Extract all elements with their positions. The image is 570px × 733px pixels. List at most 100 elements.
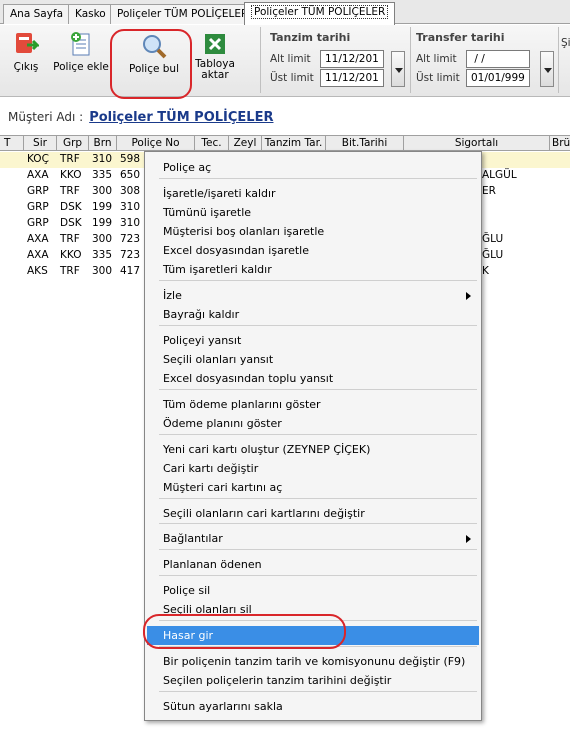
menu-separator	[159, 434, 477, 435]
col-header-zeyl[interactable]: Zeyl	[229, 136, 262, 151]
cell-brn: 300	[92, 185, 113, 197]
tab-policeler-active[interactable]: Poliçeler TÜM POLİÇELER	[244, 2, 396, 25]
toolbar: Çıkış Poliçe ekle Poliçe bul Tabloya akt…	[0, 25, 570, 99]
menu-item-odeme-planlari-label: Tüm ödeme planlarını göster	[163, 398, 321, 411]
menu-separator	[159, 178, 477, 179]
menu-item-police-ac[interactable]: Poliçe aç	[147, 158, 479, 177]
menu-item-isaretle-label: İşaretle/işareti kaldır	[163, 187, 276, 200]
menu-item-isaretleri-kaldir[interactable]: Tüm işaretleri kaldır	[147, 260, 479, 279]
menu-item-izle[interactable]: İzle	[147, 286, 479, 305]
menu-item-yeni-cari[interactable]: Yeni cari kartı oluştur (ZEYNEP ÇİÇEK)	[147, 440, 479, 459]
menu-item-police-ac-label: Poliçe aç	[163, 161, 212, 174]
menu-item-tanzim-komisyon[interactable]: Bir poliçenin tanzim tarih ve komisyonun…	[147, 652, 479, 671]
excel-icon	[202, 31, 228, 57]
cell-brn: 199	[92, 201, 113, 213]
col-header-grp[interactable]: Grp	[57, 136, 89, 151]
cell-brn: 300	[92, 265, 113, 277]
menu-item-secili-yansit-label: Seçili olanları yansıt	[163, 353, 274, 366]
menu-item-secili-yansit[interactable]: Seçili olanları yansıt	[147, 350, 479, 369]
col-header-sigortali[interactable]: Sigortalı	[404, 136, 550, 151]
tab-kasko[interactable]: Kasko	[68, 4, 113, 24]
menu-item-musterisi-bos[interactable]: Müşterisi boş olanları işaretle	[147, 222, 479, 241]
transfer-ust-field[interactable]	[466, 69, 530, 87]
menu-item-musterisi-bos-label: Müşterisi boş olanları işaretle	[163, 225, 325, 238]
col-header-police-no[interactable]: Poliçe No	[117, 136, 195, 151]
menu-item-policeyi-yansit[interactable]: Poliçeyi yansıt	[147, 331, 479, 350]
transfer-alt-field[interactable]	[466, 50, 530, 68]
menu-separator	[159, 325, 477, 326]
menu-separator	[159, 523, 477, 524]
menu-separator	[159, 280, 477, 281]
exit-label: Çıkış	[13, 61, 39, 73]
col-header-t[interactable]: T	[0, 136, 24, 151]
tab-policeler-1[interactable]: Poliçeler TÜM POLİÇELER	[110, 4, 256, 24]
menu-item-planlanan-odenen[interactable]: Planlanan ödenen	[147, 555, 479, 574]
export-table-button[interactable]: Tabloya aktar	[195, 31, 235, 81]
menu-item-tanzim-tarihi-degistir[interactable]: Seçilen poliçelerin tanzim tarihini deği…	[147, 671, 479, 690]
cell-brn: 199	[92, 217, 113, 229]
menu-item-baglantilar-label: Bağlantılar	[163, 532, 223, 545]
cell-grp: KKO	[60, 249, 82, 261]
divider	[260, 27, 261, 93]
menu-item-sutun-ayarlari[interactable]: Sütun ayarlarını sakla	[147, 697, 479, 716]
divider	[558, 27, 559, 93]
menu-item-cari-degistir[interactable]: Cari kartı değiştir	[147, 459, 479, 478]
col-header-brut[interactable]: Brü	[550, 136, 570, 151]
col-header-sir[interactable]: Sir	[24, 136, 57, 151]
add-document-icon	[68, 31, 94, 57]
cell-grp: TRF	[60, 185, 80, 197]
col-header-bit-tarihi[interactable]: Bit.Tarihi	[326, 136, 404, 151]
cell-sir: KOÇ	[27, 153, 49, 165]
add-policy-button[interactable]: Poliçe ekle	[53, 31, 109, 73]
tanzim-ust-field[interactable]	[320, 69, 384, 87]
menu-item-odeme-plani-label: Ödeme planını göster	[163, 417, 282, 430]
tab-ana-sayfa[interactable]: Ana Sayfa	[3, 4, 71, 24]
cell-grp: DSK	[60, 217, 82, 229]
customer-label: Müşteri Adı :	[8, 110, 84, 124]
menu-item-cari-degistir-label: Cari kartı değiştir	[163, 462, 259, 475]
menu-item-baglantilar[interactable]: Bağlantılar	[147, 529, 479, 548]
exit-icon	[13, 31, 41, 57]
menu-item-musteri-cari[interactable]: Müşteri cari kartını aç	[147, 478, 479, 497]
cell-grp: KKO	[60, 169, 82, 181]
find-policy-callout	[110, 29, 192, 99]
menu-item-bayragi-kaldir-label: Bayrağı kaldır	[163, 308, 240, 321]
tanzim-alt-label: Alt limit	[270, 53, 311, 65]
tab-bar: Ana Sayfa Kasko Poliçeler TÜM POLİÇELER …	[0, 0, 570, 25]
col-header-brn[interactable]: Brn	[89, 136, 117, 151]
cell-sir: AXA	[27, 169, 49, 181]
cell-grp: TRF	[60, 153, 80, 165]
customer-value: Poliçeler TÜM POLİÇELER	[89, 110, 274, 125]
menu-item-isaretleri-kaldir-label: Tüm işaretleri kaldır	[163, 263, 272, 276]
menu-item-odeme-plani[interactable]: Ödeme planını göster	[147, 414, 479, 433]
tanzim-alt-field[interactable]	[320, 50, 384, 68]
transfer-dropdown[interactable]	[540, 51, 554, 87]
menu-item-policeyi-yansit-label: Poliçeyi yansıt	[163, 334, 242, 347]
menu-item-secili-cari-degistir[interactable]: Seçili olanların cari kartlarını değişti…	[147, 504, 479, 523]
submenu-arrow-icon	[466, 535, 471, 543]
tab-policeler-active-label: Poliçeler TÜM POLİÇELER	[251, 5, 389, 19]
cell-grp: DSK	[60, 201, 82, 213]
menu-item-tumunu-isaretle[interactable]: Tümünü işaretle	[147, 203, 479, 222]
menu-item-bayragi-kaldir[interactable]: Bayrağı kaldır	[147, 305, 479, 324]
menu-item-police-sil[interactable]: Poliçe sil	[147, 581, 479, 600]
menu-item-planlanan-odenen-label: Planlanan ödenen	[163, 558, 262, 571]
menu-item-tanzim-komisyon-label: Bir poliçenin tanzim tarih ve komisyonun…	[163, 655, 466, 668]
menu-item-secili-cari-degistir-label: Seçili olanların cari kartlarını değişti…	[163, 507, 365, 520]
menu-item-tumunu-isaretle-label: Tümünü işaretle	[163, 206, 252, 219]
menu-item-excel-toplu-yansit[interactable]: Excel dosyasından toplu yansıt	[147, 369, 479, 388]
cell-sir: GRP	[27, 201, 49, 213]
menu-item-sutun-ayarlari-label: Sütun ayarlarını sakla	[163, 700, 283, 713]
tanzim-dropdown[interactable]	[391, 51, 405, 87]
menu-item-odeme-planlari[interactable]: Tüm ödeme planlarını göster	[147, 395, 479, 414]
exit-button[interactable]: Çıkış	[6, 31, 46, 73]
col-header-tanzim[interactable]: Tanzim Tar.	[262, 136, 326, 151]
menu-item-isaretle[interactable]: İşaretle/işareti kaldır	[147, 184, 479, 203]
cell-brn: 300	[92, 233, 113, 245]
submenu-arrow-icon	[466, 292, 471, 300]
cell-grp: TRF	[60, 265, 80, 277]
col-header-tec[interactable]: Tec.	[195, 136, 229, 151]
menu-item-excel-isaretle[interactable]: Excel dosyasından işaretle	[147, 241, 479, 260]
menu-item-excel-toplu-yansit-label: Excel dosyasından toplu yansıt	[163, 372, 334, 385]
menu-item-excel-isaretle-label: Excel dosyasından işaretle	[163, 244, 309, 257]
